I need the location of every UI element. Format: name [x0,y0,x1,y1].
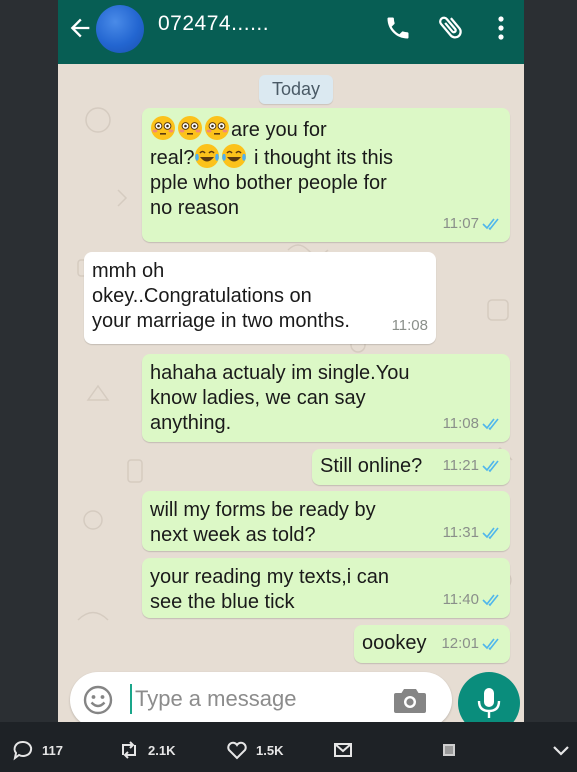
message-meta: 11:40 [443,587,502,612]
chat-screen: 072474...... Today are you for real? i t… [58,0,524,722]
date-divider: Today [259,75,334,104]
message-text: Still online? [320,455,423,477]
more-vertical-icon[interactable] [491,14,511,42]
read-double-tick-icon [482,527,499,539]
outgoing-message[interactable]: will my forms be ready by next week as t… [142,491,510,551]
flushed-face-emoji-icon [150,115,176,141]
like-action[interactable]: 1.5K [226,739,283,761]
outgoing-message[interactable]: your reading my texts,i can see the blue… [142,558,510,618]
camera-icon[interactable] [392,684,428,716]
message-meta: 11:31 [443,520,502,545]
outgoing-message[interactable]: oookey 12:01 [354,625,510,663]
envelope-icon [334,743,352,757]
message-time: 11:08 [442,415,479,432]
message-time: 11:31 [442,524,479,541]
read-double-tick-icon [482,218,499,230]
message-text: will my forms be ready by next week as t… [150,499,376,546]
outgoing-message[interactable]: hahaha actualy im single.You know ladies… [142,354,510,442]
media-thumbnail-action[interactable] [438,739,468,761]
read-double-tick-icon [482,594,499,606]
message-text: mmh oh okey..Congratulations on your mar… [92,260,350,332]
message-meta: 11:07 [443,211,502,236]
message-composer [70,672,452,722]
avatar[interactable] [96,5,144,53]
chat-header: 072474...... [58,0,524,64]
outgoing-message[interactable]: are you for real? i thought its this ppl… [142,108,510,242]
message-time: 11:07 [442,215,479,232]
chevron-down-icon [553,746,569,756]
retweet-icon [122,741,136,759]
contact-name[interactable]: 072474...... [158,12,269,36]
text-caret [130,684,132,714]
microphone-icon [477,688,501,718]
tears-of-joy-emoji-icon [221,143,247,169]
message-meta: 11:21 [443,453,502,478]
message-text: your reading my texts,i can see the blue… [150,566,389,613]
flushed-face-emoji-icon [204,115,230,141]
flushed-face-emoji-icon [177,115,203,141]
message-meta: 12:01 [441,631,502,656]
retweet-count: 2.1K [148,742,176,758]
like-count: 1.5K [256,742,284,758]
back-arrow-icon[interactable] [66,14,94,42]
reply-icon [13,740,33,761]
message-text: are you for real? i thought its this ppl… [150,115,393,221]
incoming-message[interactable]: mmh oh okey..Congratulations on your mar… [84,252,436,344]
expand-action[interactable] [550,739,577,761]
message-meta: 11:08 [392,313,428,338]
read-double-tick-icon [482,638,499,650]
tweet-action-bar: 117 2.1K 1.5K [0,722,577,772]
message-time: 11:08 [391,317,428,334]
message-input[interactable] [135,682,385,716]
message-time: 12:01 [441,635,479,652]
emoji-picker-icon[interactable] [82,684,114,716]
reply-action[interactable]: 117 [12,739,63,761]
message-text: oookey [362,632,427,654]
message-text-part: real? [150,147,195,169]
outgoing-message[interactable]: Still online? 11:21 [312,449,510,485]
retweet-action[interactable]: 2.1K [118,739,175,761]
paperclip-icon[interactable] [436,12,466,42]
read-double-tick-icon [482,418,499,430]
message-text-part: are you for [231,119,327,141]
message-text: hahaha actualy im single.You know ladies… [150,362,410,434]
message-time: 11:21 [442,457,479,474]
message-time: 11:40 [442,591,479,608]
direct-message-action[interactable] [332,739,362,761]
image-thumbnail-icon [443,744,455,756]
message-meta: 11:08 [443,411,502,436]
read-double-tick-icon [482,460,499,472]
tears-of-joy-emoji-icon [194,143,220,169]
phone-call-icon[interactable] [384,14,412,42]
reply-count: 117 [42,742,63,758]
heart-icon [227,741,247,760]
